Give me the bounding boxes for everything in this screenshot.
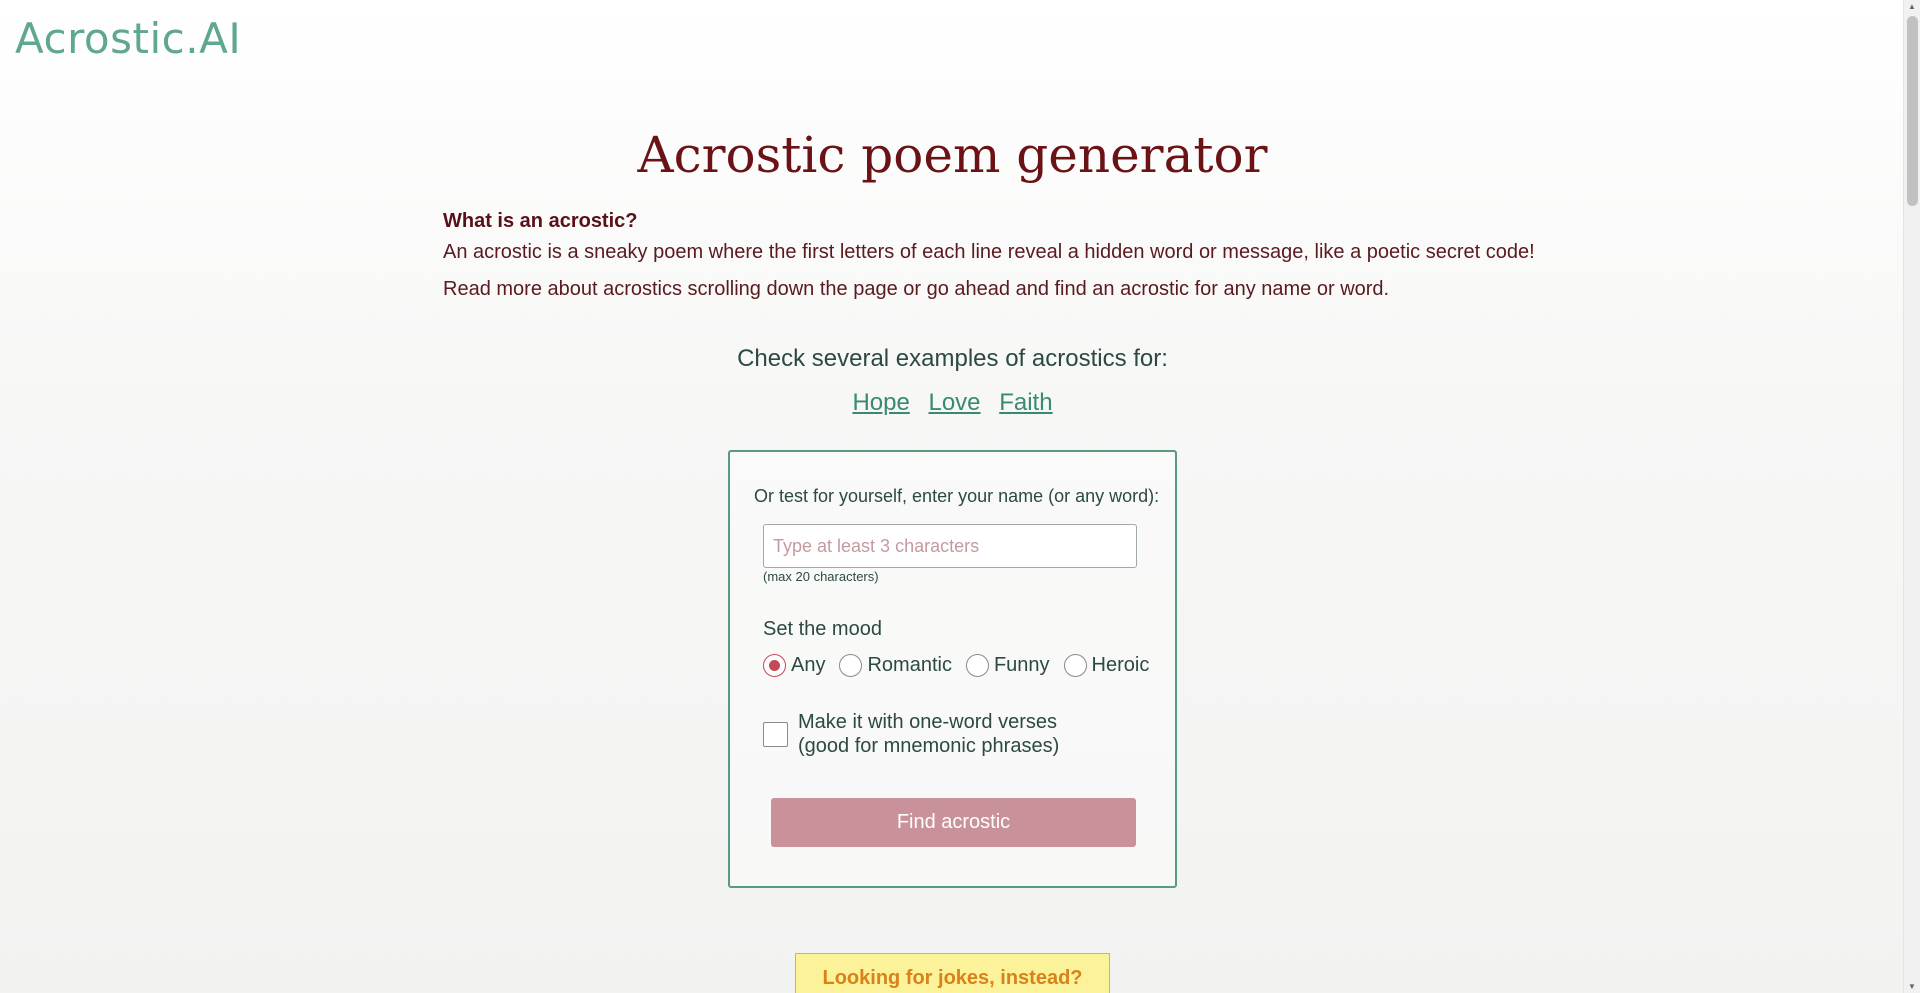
one-word-verses-line1: Make it with one-word verses — [798, 711, 1057, 733]
mood-label: Set the mood — [763, 618, 882, 640]
site-logo[interactable]: Acrostic.AI — [15, 14, 241, 63]
page-title: Acrostic poem generator — [637, 126, 1268, 184]
name-input[interactable] — [763, 524, 1137, 568]
mood-option-label: Romantic — [867, 654, 952, 676]
examples-label: Check several examples of acrostics for: — [737, 345, 1168, 372]
find-acrostic-button[interactable]: Find acrostic — [771, 798, 1136, 847]
radio-any[interactable] — [763, 654, 786, 677]
page-scrollbar[interactable]: ▲ ▼ — [1903, 0, 1920, 993]
one-word-verses-label[interactable]: Make it with one-word verses (good for m… — [798, 710, 1059, 758]
example-link-love[interactable]: Love — [928, 389, 980, 416]
mood-option-romantic[interactable]: Romantic — [839, 654, 952, 677]
radio-heroic[interactable] — [1063, 654, 1087, 677]
mood-radio-group: Any Romantic Funny Heroic — [763, 654, 1163, 677]
example-link-faith[interactable]: Faith — [999, 389, 1052, 416]
acrostic-form: Or test for yourself, enter your name (o… — [728, 450, 1177, 888]
scroll-up-arrow-icon[interactable]: ▲ — [1908, 2, 1916, 11]
mood-option-heroic[interactable]: Heroic — [1063, 654, 1150, 677]
intro-paragraph-definition: An acrostic is a sneaky poem where the f… — [443, 241, 1535, 263]
mood-option-label: Funny — [993, 654, 1050, 676]
jokes-banner-button[interactable]: Looking for jokes, instead? — [795, 953, 1110, 993]
intro-question: What is an acrostic? — [443, 210, 638, 232]
radio-romantic[interactable] — [839, 654, 863, 677]
intro-section: What is an acrostic? An acrostic is a sn… — [443, 210, 1543, 301]
intro-paragraph-read-more: Read more about acrostics scrolling down… — [443, 278, 1390, 300]
mood-option-funny[interactable]: Funny — [965, 654, 1050, 677]
mood-option-label: Heroic — [1091, 654, 1150, 676]
scrollbar-thumb[interactable] — [1907, 16, 1918, 206]
form-prompt: Or test for yourself, enter your name (o… — [754, 486, 1160, 506]
radio-funny[interactable] — [965, 654, 989, 677]
max-characters-note: (max 20 characters) — [763, 569, 879, 584]
scroll-down-arrow-icon[interactable]: ▼ — [1908, 982, 1916, 991]
examples-links: Hope Love Faith — [0, 389, 1905, 417]
mood-option-any[interactable]: Any — [763, 654, 825, 677]
example-link-hope[interactable]: Hope — [852, 389, 909, 416]
mood-option-label: Any — [791, 654, 826, 676]
one-word-verses-checkbox[interactable] — [763, 722, 788, 747]
one-word-verses-line2: (good for mnemonic phrases) — [798, 735, 1060, 757]
